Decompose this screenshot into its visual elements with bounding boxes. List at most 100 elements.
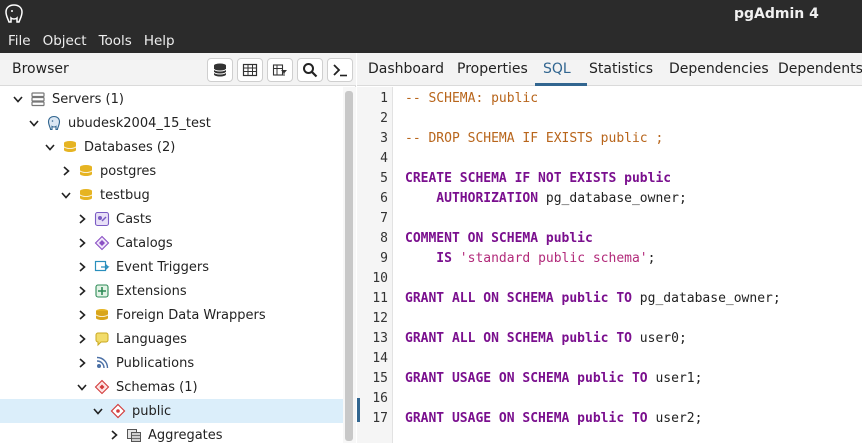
tree-node-label: postgres	[100, 163, 157, 179]
chevron-right-icon[interactable]	[76, 333, 88, 345]
tab-dashboard[interactable]: Dashboard	[368, 61, 444, 77]
casts-icon	[94, 211, 110, 227]
chevron-down-icon[interactable]	[12, 93, 24, 105]
tree-node-foreign-data-wrappers[interactable]: Foreign Data Wrappers	[0, 303, 343, 327]
code-token: user0;	[631, 331, 687, 346]
code-token: COMMENT ON SCHEMA public	[405, 231, 593, 246]
chevron-right-icon[interactable]	[76, 213, 88, 225]
extensions-icon	[94, 283, 110, 299]
code-token: -- SCHEMA: public	[405, 91, 539, 106]
code-token: AUTHORIZATION	[405, 191, 539, 206]
search-icon	[303, 63, 318, 78]
tree-node-publications[interactable]: Publications	[0, 351, 343, 375]
chevron-right-icon[interactable]	[76, 261, 88, 273]
aggregates-icon	[126, 427, 142, 443]
tree-node-languages[interactable]: Languages	[0, 327, 343, 351]
tree-node-label: Servers (1)	[52, 91, 124, 107]
tree-node-label: Databases (2)	[84, 139, 176, 155]
tree-node-label: Languages	[116, 331, 187, 347]
code-token: user2;	[647, 411, 703, 426]
tree-node-label: Catalogs	[116, 235, 173, 251]
tab-properties[interactable]: Properties	[457, 61, 528, 77]
tab-sql[interactable]: SQL	[543, 61, 571, 77]
filtered-rows-button[interactable]	[267, 58, 293, 82]
code-line: AUTHORIZATION pg_database_owner;	[405, 191, 687, 206]
tab-statistics[interactable]: Statistics	[589, 61, 653, 77]
line-number: 6	[380, 191, 388, 206]
active-tab-indicator	[535, 83, 587, 86]
chevron-right-icon[interactable]	[76, 357, 88, 369]
terminal-icon	[333, 64, 347, 77]
line-number: 13	[372, 331, 388, 346]
tree-node-ubudesk2004-15-test[interactable]: ubudesk2004_15_test	[0, 111, 343, 135]
line-number: 14	[372, 351, 388, 366]
code-token: IS	[405, 251, 452, 266]
line-number: 2	[380, 111, 388, 126]
servers-icon	[30, 91, 46, 107]
tree-node-extensions[interactable]: Extensions	[0, 279, 343, 303]
code-token: -- DROP SCHEMA IF EXISTS public ;	[405, 131, 664, 146]
sql-editor[interactable]: 1 2 3 4 5 6 7 8 9 10 11 12 13 14 15 16 17 -- SCHEMA: pub…	[357, 87, 862, 443]
code-token: GRANT USAGE ON SCHEMA public TO	[405, 371, 648, 386]
line-number: 11	[372, 291, 388, 306]
tree-node-label: Casts	[116, 211, 152, 227]
tree-node-postgres[interactable]: postgres	[0, 159, 343, 183]
view-data-button[interactable]	[237, 58, 263, 82]
tree-node-label: Schemas (1)	[116, 379, 198, 395]
filter-table-icon	[272, 64, 287, 76]
tab-dependents[interactable]: Dependents	[778, 61, 862, 77]
tree-node-label: Event Triggers	[116, 259, 209, 275]
tree-node-catalogs[interactable]: Catalogs	[0, 231, 343, 255]
tree-node-schemas-1[interactable]: Schemas (1)	[0, 375, 343, 399]
browser-title: Browser	[12, 61, 69, 77]
schema-icon	[110, 403, 126, 419]
fdw-icon	[94, 307, 110, 323]
tab-dependencies[interactable]: Dependencies	[669, 61, 769, 77]
tree-node-event-triggers[interactable]: Event Triggers	[0, 255, 343, 279]
chevron-down-icon[interactable]	[28, 117, 40, 129]
tree-node-casts[interactable]: Casts	[0, 207, 343, 231]
tree-scrollbar-thumb[interactable]	[345, 91, 353, 441]
line-number: 10	[372, 271, 388, 286]
chevron-right-icon[interactable]	[76, 309, 88, 321]
menu-object[interactable]: Object	[39, 33, 91, 49]
chevron-right-icon[interactable]	[76, 237, 88, 249]
line-number: 4	[380, 151, 388, 166]
code-token: 'standard public schema'	[459, 251, 648, 266]
browser-header: Browser	[0, 53, 356, 86]
chevron-right-icon[interactable]	[60, 165, 72, 177]
code-token: pg_database_owner;	[538, 191, 687, 206]
database-icon	[213, 63, 227, 77]
chevron-down-icon[interactable]	[92, 405, 104, 417]
pgadmin-elephant-logo-icon	[3, 3, 25, 25]
chevron-down-icon[interactable]	[44, 141, 56, 153]
tree-node-label: ubudesk2004_15_test	[68, 115, 211, 131]
psql-tool-button[interactable]	[327, 58, 353, 82]
code-token: GRANT ALL ON SCHEMA public TO	[405, 331, 632, 346]
menu-help[interactable]: Help	[140, 33, 179, 49]
line-number-gutter: 1 2 3 4 5 6 7 8 9 10 11 12 13 14 15 16 17	[357, 87, 393, 443]
window-title: pgAdmin 4	[734, 6, 819, 22]
title-bar: pgAdmin 4	[0, 0, 862, 29]
tree-node-testbug[interactable]: testbug	[0, 183, 343, 207]
tree-node-servers-1[interactable]: Servers (1)	[0, 87, 343, 111]
chevron-right-icon[interactable]	[108, 429, 120, 441]
tree-node-public[interactable]: public	[0, 399, 343, 423]
search-objects-button[interactable]	[297, 58, 323, 82]
code-line: IS 'standard public schema';	[405, 251, 655, 266]
menu-file[interactable]: File	[4, 33, 35, 49]
line-number: 16	[372, 391, 388, 406]
query-tool-database-button[interactable]	[207, 58, 233, 82]
line-number: 1	[380, 91, 388, 106]
code-token: pg_database_owner;	[631, 291, 781, 306]
chevron-down-icon[interactable]	[60, 189, 72, 201]
menu-tools[interactable]: Tools	[95, 33, 136, 49]
chevron-down-icon[interactable]	[76, 381, 88, 393]
tree-scrollbar[interactable]	[343, 87, 356, 443]
tree-node-label: Publications	[116, 355, 195, 371]
tree-node-label: testbug	[100, 187, 150, 203]
tree-node-aggregates[interactable]: Aggregates	[0, 423, 343, 443]
chevron-right-icon[interactable]	[76, 285, 88, 297]
tree-node-databases-2[interactable]: Databases (2)	[0, 135, 343, 159]
